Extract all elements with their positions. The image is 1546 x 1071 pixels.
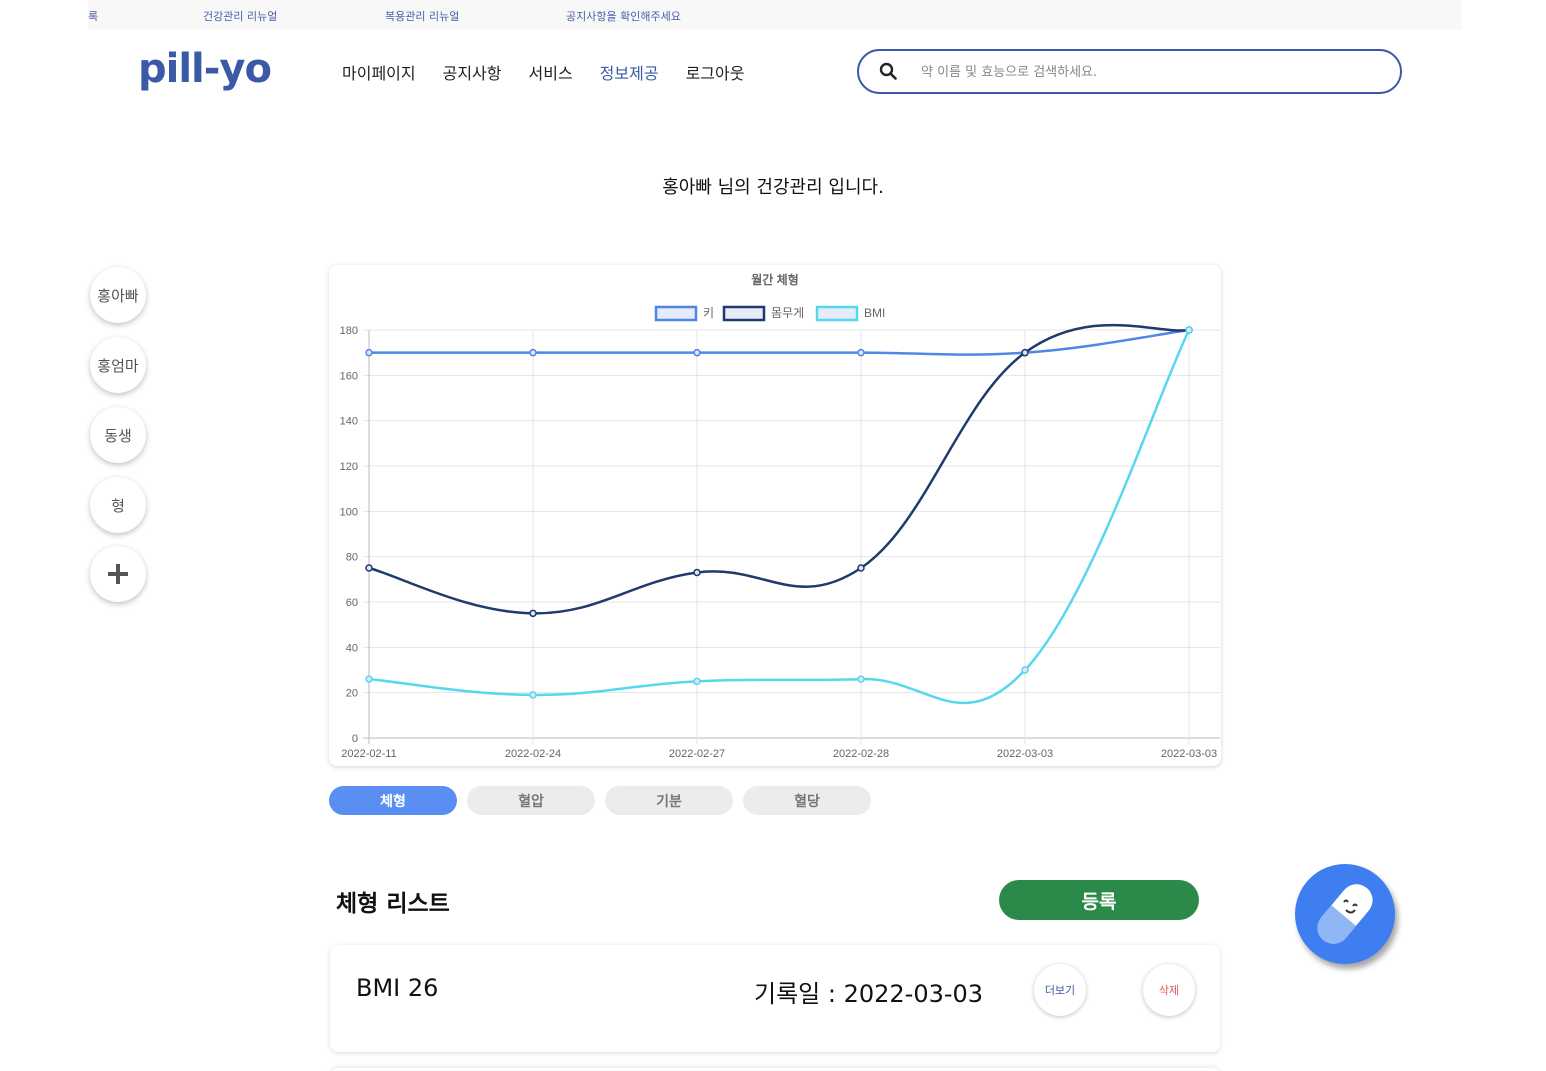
tab-blood-sugar[interactable]: 혈당	[743, 786, 871, 815]
data-point	[857, 564, 865, 572]
add-profile-button[interactable]	[90, 546, 146, 602]
data-point	[857, 675, 865, 683]
data-point	[529, 609, 537, 618]
nav-info[interactable]: 정보제공	[600, 60, 659, 84]
data-point	[365, 564, 373, 572]
search-input[interactable]	[921, 60, 1361, 84]
nav-logout[interactable]: 로그아웃	[686, 60, 745, 84]
y-tick-label: 20	[346, 688, 358, 700]
x-tick-label: 2022-03-03	[1161, 748, 1217, 760]
line-chart: 월간 체형 0 20 40 60 80 100 120 140 160 180 2022-02-11 2…	[340, 272, 1220, 760]
nav-service[interactable]: 서비스	[529, 60, 573, 84]
legend-label: BMI	[864, 306, 885, 320]
notice-ticker: 록 건강관리 리뉴얼 복용관리 리뉴얼 공지사항을 확인해주세요	[88, 0, 1462, 30]
legend-swatch	[815, 305, 859, 322]
register-button[interactable]: 등록	[999, 880, 1199, 920]
search-bar	[857, 49, 1402, 94]
x-tick-label: 2022-02-11	[341, 748, 396, 760]
delete-button[interactable]: 삭제	[1143, 964, 1195, 1016]
data-point	[693, 568, 701, 577]
search-icon[interactable]	[879, 62, 897, 80]
legend-swatch	[722, 305, 766, 322]
series-line	[368, 328, 1190, 356]
data-point	[365, 675, 373, 683]
nav-notice[interactable]: 공지사항	[443, 60, 502, 84]
x-tick-label: 2022-02-27	[669, 748, 725, 760]
profile-button[interactable]: 홍엄마	[90, 337, 146, 393]
legend-label: 몸무게	[771, 306, 804, 320]
data-point	[693, 348, 701, 357]
chatbot-button[interactable]	[1295, 864, 1395, 964]
x-tick-label: 2022-02-28	[833, 748, 889, 760]
pill-mascot-icon	[1317, 884, 1373, 944]
data-point	[1021, 348, 1029, 357]
data-point	[529, 691, 537, 699]
plus-icon	[108, 564, 128, 584]
y-tick-label: 140	[340, 416, 358, 428]
page-title: 홍아빠 님의 건강관리 입니다.	[662, 177, 884, 198]
legend-swatch	[654, 305, 698, 322]
data-point	[529, 348, 537, 357]
tab-body[interactable]: 체형	[329, 786, 457, 815]
data-point	[1021, 666, 1029, 674]
data-point	[857, 348, 865, 357]
ticker-item[interactable]: 공지사항을 확인해주세요	[566, 8, 681, 24]
list-item: BMI 26 기록일 : 2022-03-03 더보기 삭제	[330, 945, 1220, 1052]
main-nav: 마이페이지 공지사항 서비스 정보제공 로그아웃	[342, 60, 771, 84]
legend-label: 키	[703, 306, 714, 320]
record-date: 기록일 : 2022-03-03	[754, 980, 984, 1008]
series-line	[368, 323, 1190, 615]
profile-button[interactable]: 동생	[90, 407, 146, 463]
profile-button[interactable]: 홍아빠	[90, 267, 146, 323]
nav-mypage[interactable]: 마이페이지	[342, 60, 416, 84]
y-tick-label: 180	[340, 325, 358, 337]
tab-blood-pressure[interactable]: 혈압	[467, 786, 595, 815]
y-tick-label: 100	[340, 506, 358, 518]
profile-button[interactable]: 형	[90, 477, 146, 533]
y-tick-label: 160	[340, 370, 358, 382]
data-point	[365, 348, 373, 357]
y-tick-label: 80	[346, 552, 358, 564]
list-title: 체형 리스트	[336, 891, 450, 917]
logo[interactable]: pill-yo	[138, 46, 272, 92]
ticker-item[interactable]: 건강관리 리뉴얼	[203, 8, 277, 24]
y-tick-label: 0	[352, 733, 358, 745]
more-button[interactable]: 더보기	[1034, 964, 1086, 1016]
record-value: BMI 26	[356, 974, 439, 1002]
x-tick-label: 2022-03-03	[997, 748, 1053, 760]
chart-title: 월간 체형	[751, 272, 799, 287]
y-tick-label: 60	[346, 597, 358, 609]
data-point	[693, 677, 701, 686]
y-tick-label: 40	[346, 642, 358, 654]
tab-mood[interactable]: 기분	[605, 786, 733, 815]
x-tick-label: 2022-02-24	[505, 748, 561, 760]
chart-card: 월간 체형 0 20 40 60 80 100 120 140 160 180 2022-02-11 2…	[329, 265, 1221, 766]
ticker-item[interactable]: 록	[88, 8, 98, 24]
data-point	[1185, 326, 1193, 334]
ticker-item[interactable]: 복용관리 리뉴얼	[385, 8, 459, 24]
y-tick-label: 120	[340, 461, 358, 473]
